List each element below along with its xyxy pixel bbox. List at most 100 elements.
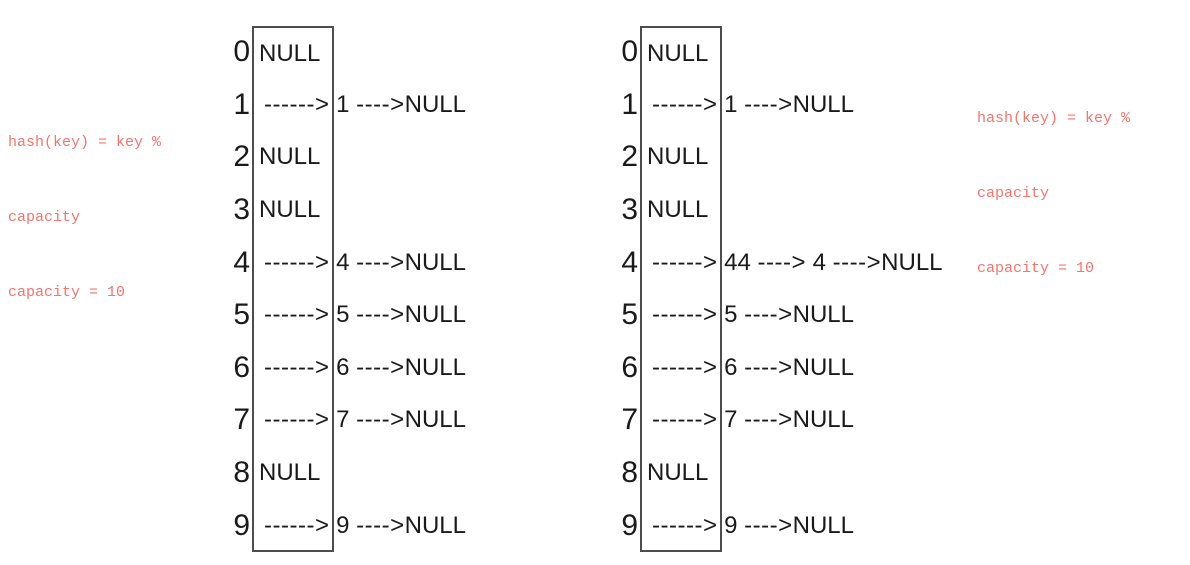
- bucket-null-value: NULL: [647, 184, 708, 237]
- chain-node-value: 4: [805, 248, 833, 276]
- chain-link-arrow-icon: ---->: [356, 301, 405, 329]
- hash-formula-note-left: hash(key) = key % capacity capacity = 10: [8, 80, 161, 330]
- bucket-slot: ------> 7 ----> NULL: [640, 394, 854, 447]
- chain-node-value: 6: [717, 353, 745, 381]
- chain-link-arrow-icon: ---->: [356, 406, 405, 434]
- bucket-row: 6 ------> 6 ----> NULL: [228, 341, 466, 395]
- bucket-index-label: 3: [233, 193, 250, 227]
- bucket-chain: ------> 1 ----> NULL: [264, 79, 466, 132]
- chain-tail-null: NULL: [792, 90, 854, 118]
- chain-tail-null: NULL: [792, 511, 854, 539]
- bucket-slot: NULL: [640, 26, 722, 79]
- bucket-null-value: NULL: [259, 447, 320, 500]
- bucket-slot: NULL: [640, 183, 722, 237]
- bucket-slot: ------> 4 ----> NULL: [252, 236, 466, 289]
- hash-formula-line: capacity = 10: [977, 260, 1095, 277]
- bucket-index-label: 8: [233, 456, 250, 490]
- bucket-row: 5 ------> 5 ----> NULL: [616, 288, 854, 342]
- bucket-null-value: NULL: [647, 28, 708, 81]
- bucket-row: 1 ------> 1 ----> NULL: [228, 78, 466, 132]
- bucket-slot: ------> 6 ----> NULL: [640, 341, 854, 395]
- chain-tail-null: NULL: [404, 301, 466, 329]
- bucket-index-label: 6: [233, 350, 250, 384]
- chain-head-arrow-icon: ------>: [652, 406, 718, 434]
- chain-head-arrow-icon: ------>: [264, 511, 330, 539]
- bucket-slot: NULL: [640, 131, 722, 184]
- bucket-slot: NULL: [252, 183, 334, 237]
- chain-node-value: 9: [329, 511, 357, 539]
- null-text: NULL: [647, 196, 709, 224]
- bucket-chain: ------> 44 ----> 4 ----> NULL: [652, 236, 943, 289]
- bucket-row: 2 NULL: [228, 131, 334, 184]
- bucket-row: 7 ------> 7 ----> NULL: [228, 394, 466, 447]
- chain-tail-null: NULL: [404, 511, 466, 539]
- bucket-slot: ------> 9 ----> NULL: [252, 499, 466, 552]
- bucket-null-value: NULL: [259, 131, 320, 184]
- hash-formula-note-right: hash(key) = key % capacity capacity = 10: [977, 56, 1130, 306]
- bucket-row: 3 NULL: [228, 183, 334, 237]
- bucket-index-label: 7: [233, 403, 250, 437]
- chain-link-arrow-icon: ---->: [744, 511, 793, 539]
- chain-node-value: 5: [329, 301, 357, 329]
- bucket-index-label: 0: [233, 35, 250, 69]
- bucket-row: 9 ------> 9 ----> NULL: [228, 499, 466, 552]
- chain-tail-null: NULL: [792, 406, 854, 434]
- null-text: NULL: [259, 459, 321, 487]
- bucket-index-label: 4: [233, 245, 250, 279]
- hash-formula-line: hash(key) = key %: [977, 110, 1131, 127]
- chain-link-arrow-icon: ---->: [356, 511, 405, 539]
- bucket-chain: ------> 5 ----> NULL: [264, 289, 466, 342]
- hash-formula-line: hash(key) = key %: [8, 134, 162, 151]
- bucket-row: 6 ------> 6 ----> NULL: [616, 341, 854, 395]
- bucket-index-label: 2: [621, 140, 638, 174]
- bucket-index-label: 1: [621, 87, 638, 121]
- bucket-chain: ------> 4 ----> NULL: [264, 236, 466, 289]
- chain-link-arrow-icon: ---->: [744, 353, 793, 381]
- bucket-null-value: NULL: [647, 131, 708, 184]
- chain-node-value: 9: [717, 511, 745, 539]
- bucket-row: 2 NULL: [616, 131, 722, 184]
- bucket-row: 7 ------> 7 ----> NULL: [616, 394, 854, 447]
- bucket-slot: NULL: [252, 26, 334, 79]
- chain-tail-null: NULL: [404, 406, 466, 434]
- hash-formula-line: capacity: [8, 209, 81, 226]
- bucket-chain: ------> 5 ----> NULL: [652, 289, 854, 342]
- chain-node-value: 6: [329, 353, 357, 381]
- bucket-chain: ------> 6 ----> NULL: [264, 342, 466, 395]
- bucket-slot: ------> 9 ----> NULL: [640, 499, 854, 552]
- chain-node-value: 4: [329, 248, 357, 276]
- bucket-slot: ------> 6 ----> NULL: [252, 341, 466, 395]
- hash-table-before: 0 NULL 1 ------> 1 ----> NULL 2 NULL 3 NULL 4 ----…: [228, 26, 466, 552]
- bucket-index-label: 0: [621, 35, 638, 69]
- bucket-slot: ------> 1 ----> NULL: [252, 78, 466, 132]
- bucket-index-label: 9: [621, 508, 638, 542]
- bucket-index-label: 7: [621, 403, 638, 437]
- bucket-row: 0 NULL: [228, 26, 334, 79]
- bucket-index-label: 6: [621, 350, 638, 384]
- null-text: NULL: [259, 196, 321, 224]
- bucket-index-label: 8: [621, 456, 638, 490]
- hash-formula-line: capacity: [977, 185, 1050, 202]
- chain-link-arrow-icon: ---->: [744, 301, 793, 329]
- bucket-chain: ------> 1 ----> NULL: [652, 79, 854, 132]
- chain-link-arrow-icon: ---->: [757, 248, 806, 276]
- bucket-slot: NULL: [640, 446, 722, 500]
- chain-tail-null: NULL: [792, 301, 854, 329]
- chain-node-value: 7: [329, 406, 357, 434]
- bucket-slot: ------> 5 ----> NULL: [640, 288, 854, 342]
- bucket-slot: ------> 1 ----> NULL: [640, 78, 854, 132]
- bucket-null-value: NULL: [647, 447, 708, 500]
- bucket-null-value: NULL: [259, 184, 320, 237]
- bucket-index-label: 2: [233, 140, 250, 174]
- bucket-chain: ------> 7 ----> NULL: [264, 394, 466, 447]
- bucket-chain: ------> 7 ----> NULL: [652, 394, 854, 447]
- chain-tail-null: NULL: [404, 248, 466, 276]
- chain-head-arrow-icon: ------>: [264, 90, 330, 118]
- null-text: NULL: [259, 40, 321, 68]
- chain-head-arrow-icon: ------>: [652, 90, 718, 118]
- bucket-null-value: NULL: [259, 28, 320, 81]
- bucket-index-label: 5: [233, 298, 250, 332]
- bucket-row: 0 NULL: [616, 26, 722, 79]
- bucket-row: 5 ------> 5 ----> NULL: [228, 288, 466, 342]
- bucket-row: 9 ------> 9 ----> NULL: [616, 499, 854, 552]
